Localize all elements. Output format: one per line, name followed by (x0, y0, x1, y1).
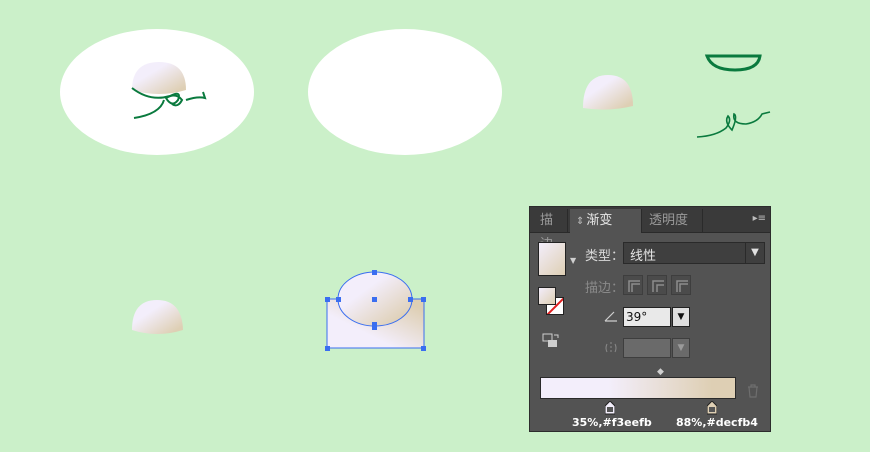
gradient-preview-swatch[interactable] (538, 242, 566, 276)
midpoint-diamond-icon[interactable]: ◆ (657, 367, 664, 377)
gradient-stop-2-label: 88%,#decfb4 (676, 416, 758, 429)
angle-input[interactable]: 39° (623, 307, 671, 327)
stroke-label: 描边： (585, 281, 625, 296)
stroke-along-icon (652, 280, 664, 292)
type-label: 类型： (585, 249, 625, 264)
dome-shape-top-right[interactable] (583, 75, 633, 110)
aspect-ratio-dropdown-icon[interactable]: ▼ (672, 338, 690, 358)
chevron-down-icon[interactable]: ▼ (745, 243, 764, 263)
trash-icon[interactable] (747, 384, 759, 398)
gradient-ramp[interactable] (540, 377, 736, 399)
aspect-ratio-icon (605, 342, 617, 354)
bowl-stroke[interactable] (704, 54, 762, 72)
tab-gradient-label: 渐变 (586, 213, 613, 228)
angle-dropdown-icon[interactable]: ▼ (672, 307, 690, 327)
stroke-across-button[interactable] (671, 275, 691, 295)
white-ellipse-right[interactable] (308, 29, 502, 155)
tab-transparency-label: 透明度 (649, 213, 689, 228)
dome-shape-bottom-left[interactable] (132, 300, 183, 334)
gradient-stop-2[interactable] (707, 401, 717, 415)
tab-stroke[interactable]: 描边 (534, 209, 568, 252)
gradient-stop-1[interactable] (605, 401, 615, 415)
gradient-panel: 描边 ⇕渐变 透明度 ▸≡ ▼ 类型： 线性 ▼ 描边： 39° ▼ (529, 206, 771, 432)
stroke-along-button[interactable] (647, 275, 667, 295)
swap-fill-stroke-icon[interactable] (542, 333, 560, 349)
fill-swatch[interactable] (538, 287, 556, 305)
preview-dropdown-icon[interactable]: ▼ (570, 256, 576, 265)
tab-collapse-arrows-icon[interactable]: ⇕ (576, 216, 584, 227)
stroke-across-icon (676, 280, 688, 292)
aspect-ratio-input[interactable] (623, 338, 671, 358)
tab-transparency[interactable]: 透明度 (643, 209, 703, 233)
stroke-within-button[interactable] (623, 275, 643, 295)
tab-gradient[interactable]: ⇕ 渐变 (570, 209, 642, 233)
string-path-right[interactable] (696, 111, 771, 138)
panel-tabbar: 描边 ⇕渐变 透明度 ▸≡ (530, 207, 770, 252)
stroke-within-icon (628, 280, 640, 292)
gradient-stop-1-label: 35%,#f3eefb (572, 416, 652, 429)
angle-icon (604, 311, 617, 322)
panel-menu-icon[interactable]: ▸≡ (753, 213, 766, 224)
type-select-value: 线性 (630, 249, 657, 264)
type-select[interactable]: 线性 ▼ (623, 242, 765, 264)
